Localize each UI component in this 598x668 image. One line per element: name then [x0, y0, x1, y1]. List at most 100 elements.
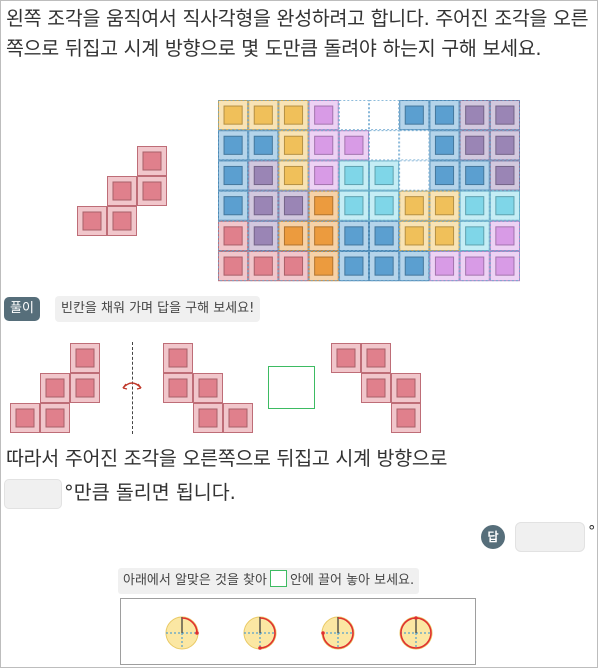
block-tile	[399, 190, 430, 221]
flip-arrow-icon	[122, 382, 142, 390]
block-tile	[163, 343, 193, 373]
block-tile	[248, 100, 279, 131]
block-tile	[399, 220, 430, 252]
block-tile	[163, 373, 193, 403]
block-tile	[137, 146, 167, 176]
block-tile	[70, 373, 100, 403]
block-tile	[338, 130, 370, 161]
puzzle-grid	[218, 100, 520, 282]
block-tile	[429, 251, 460, 282]
block-tile	[429, 160, 460, 191]
block-tile	[107, 176, 137, 206]
block-tile	[338, 190, 370, 221]
rotation-drop-box[interactable]	[268, 366, 315, 409]
block-tile	[361, 343, 391, 373]
given-piece	[77, 146, 167, 236]
rotate-180-icon[interactable]	[242, 615, 278, 651]
empty-cell	[399, 130, 430, 161]
step-original-piece	[10, 343, 100, 433]
block-tile	[489, 220, 520, 252]
block-tile	[77, 206, 107, 236]
block-tile	[278, 160, 309, 191]
rotate-90-icon[interactable]	[164, 615, 200, 651]
answer-unit: °	[588, 522, 596, 540]
block-tile	[429, 130, 460, 161]
block-tile	[248, 130, 279, 161]
block-tile	[429, 190, 460, 221]
block-tile	[489, 160, 520, 191]
block-tile	[459, 130, 490, 161]
block-tile	[308, 251, 339, 282]
conclusion-line2: °만큼 돌리면 됩니다.	[4, 478, 236, 509]
block-tile	[223, 403, 253, 433]
block-tile	[338, 220, 370, 252]
block-tile	[218, 190, 249, 221]
block-tile	[369, 220, 400, 252]
drag-hint: 아래에서 알맞은 것을 찾아 안에 끌어 놓아 보세요.	[118, 568, 420, 594]
block-tile	[10, 403, 40, 433]
step-rotated-piece	[331, 343, 421, 433]
block-tile	[338, 251, 370, 282]
empty-cell	[338, 100, 369, 131]
choice-panel	[120, 598, 476, 665]
block-tile	[218, 251, 249, 282]
block-tile	[399, 100, 430, 131]
block-tile	[218, 100, 249, 131]
drop-box-icon	[269, 570, 287, 587]
block-tile	[137, 176, 167, 206]
block-tile	[218, 220, 249, 252]
block-tile	[70, 343, 100, 373]
block-tile	[338, 160, 370, 191]
block-tile	[369, 251, 400, 282]
block-tile	[308, 160, 339, 191]
block-tile	[459, 160, 490, 191]
drag-hint-after: 안에 끌어 놓아 보세요.	[289, 573, 415, 588]
block-tile	[459, 220, 490, 252]
block-tile	[429, 100, 460, 131]
conclusion-blank-input[interactable]	[4, 478, 62, 509]
block-tile	[489, 251, 520, 282]
block-tile	[278, 251, 309, 282]
block-tile	[308, 130, 339, 161]
rotate-360-icon[interactable]	[398, 615, 434, 651]
solution-badge: 풀이	[4, 297, 40, 321]
question-text: 왼쪽 조각을 움직여서 직사각형을 완성하려고 합니다. 주어진 조각을 오른쪽…	[6, 7, 589, 60]
block-tile	[248, 190, 279, 221]
block-tile	[40, 403, 70, 433]
block-tile	[278, 100, 309, 131]
block-tile	[399, 251, 430, 282]
block-tile	[369, 160, 400, 191]
block-tile	[489, 130, 520, 161]
block-tile	[248, 220, 279, 252]
block-tile	[489, 190, 520, 221]
block-tile	[308, 100, 339, 131]
empty-cell	[399, 160, 430, 191]
answer-badge: 답	[481, 525, 505, 549]
conclusion-suffix: °만큼 돌리면 됩니다.	[64, 481, 236, 504]
block-tile	[459, 251, 490, 282]
step-flipped-piece	[163, 343, 253, 433]
block-tile	[40, 373, 70, 403]
block-tile	[308, 220, 339, 252]
block-tile	[248, 160, 279, 191]
block-tile	[331, 343, 361, 373]
empty-cell	[369, 130, 400, 161]
block-tile	[308, 190, 339, 221]
block-tile	[218, 130, 249, 161]
block-tile	[278, 190, 309, 221]
empty-cell	[369, 100, 400, 131]
block-tile	[361, 373, 391, 403]
block-tile	[278, 130, 309, 161]
solution-hint: 빈칸을 채워 가며 답을 구해 보세요!	[55, 296, 261, 322]
block-tile	[193, 373, 223, 403]
block-tile	[107, 206, 137, 236]
block-tile	[391, 403, 421, 433]
block-tile	[278, 220, 309, 252]
rotate-270-icon[interactable]	[320, 615, 356, 651]
block-tile	[248, 251, 279, 282]
block-tile	[369, 190, 400, 221]
answer-input[interactable]	[515, 522, 585, 552]
block-tile	[193, 403, 223, 433]
block-tile	[391, 373, 421, 403]
block-tile	[218, 160, 249, 191]
